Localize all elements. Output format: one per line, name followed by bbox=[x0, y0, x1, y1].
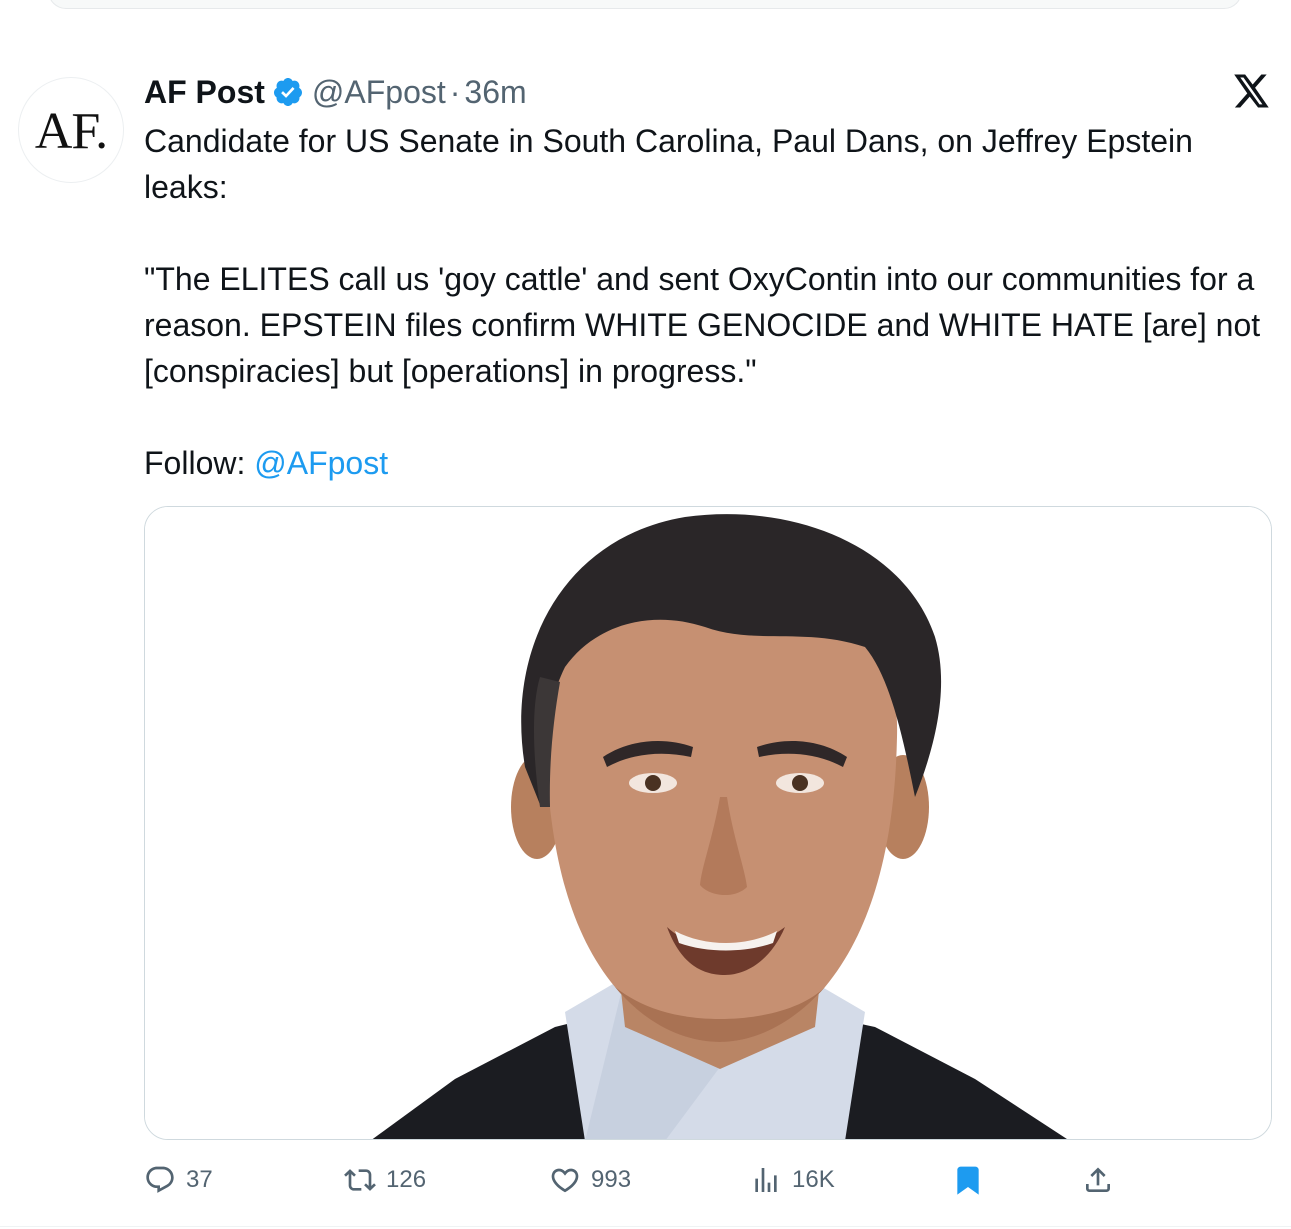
repost-button[interactable]: 126 bbox=[344, 1158, 426, 1202]
tweet-media-photo[interactable] bbox=[144, 506, 1272, 1140]
tweet-text-intro: Candidate for US Senate in South Carolin… bbox=[144, 123, 1193, 205]
tweet[interactable]: AF. AF Post @AFpost · 36m Candidate for … bbox=[0, 0, 1291, 1229]
reply-button[interactable]: 37 bbox=[144, 1158, 213, 1202]
tweet-text-quote: "The ELITES call us 'goy cattle' and sen… bbox=[144, 261, 1261, 389]
share-icon bbox=[1086, 1167, 1110, 1192]
views-button[interactable]: 16K bbox=[750, 1158, 835, 1202]
avatar-logo-text: AF. bbox=[34, 102, 108, 160]
follow-mention-link[interactable]: @AFpost bbox=[254, 445, 388, 481]
tweet-follow-line: Follow: @AFpost bbox=[144, 440, 1264, 486]
tweet-time[interactable]: 36m bbox=[464, 74, 526, 111]
tweet-header: AF Post @AFpost · 36m bbox=[144, 70, 527, 114]
repost-count: 126 bbox=[386, 1166, 427, 1193]
header-separator: · bbox=[449, 73, 461, 110]
bookmark-icon bbox=[957, 1166, 979, 1195]
reply-icon bbox=[146, 1166, 174, 1193]
avatar[interactable]: AF. bbox=[18, 77, 124, 183]
author-handle[interactable]: @AFpost bbox=[312, 74, 446, 111]
views-count: 16K bbox=[792, 1166, 835, 1193]
like-button[interactable]: 993 bbox=[549, 1158, 631, 1202]
reply-count: 37 bbox=[186, 1166, 213, 1193]
share-button[interactable] bbox=[1082, 1158, 1114, 1202]
verified-badge-icon[interactable] bbox=[272, 76, 304, 108]
views-icon bbox=[755, 1168, 777, 1192]
heart-icon bbox=[551, 1168, 579, 1193]
follow-label: Follow: bbox=[144, 445, 255, 481]
tweet-divider bbox=[0, 1226, 1291, 1227]
tweet-actions: 37 126 993 16K bbox=[144, 1158, 1124, 1202]
author-name[interactable]: AF Post bbox=[144, 74, 265, 111]
repost-icon bbox=[344, 1169, 376, 1191]
portrait-illustration bbox=[145, 507, 1271, 1139]
like-count: 993 bbox=[591, 1166, 632, 1193]
bookmark-button[interactable] bbox=[952, 1158, 984, 1202]
tweet-text: Candidate for US Senate in South Carolin… bbox=[144, 118, 1264, 486]
x-logo-icon bbox=[1234, 74, 1269, 108]
